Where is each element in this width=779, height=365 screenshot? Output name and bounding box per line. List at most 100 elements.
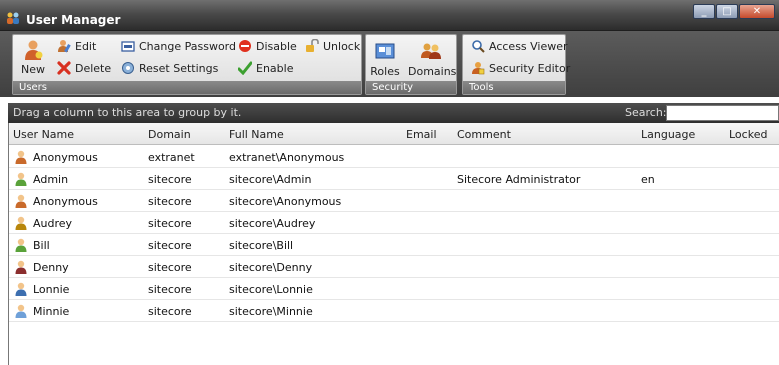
enable-label: Enable	[256, 61, 294, 75]
column-header-locked[interactable]: Locked	[729, 128, 767, 141]
password-icon	[121, 41, 135, 52]
unlock-button[interactable]: Unlock	[305, 39, 360, 53]
cell-user-name: Anonymous	[33, 151, 98, 164]
tools-group-label: Tools	[463, 81, 565, 94]
edit-user-icon	[58, 40, 71, 53]
reset-settings-label: Reset Settings	[139, 61, 219, 75]
security-group: Roles Domains Security	[365, 34, 457, 95]
enable-button[interactable]: Enable	[238, 61, 293, 75]
cell-full-name: sitecore\Lonnie	[229, 283, 313, 296]
roles-label: Roles	[370, 65, 400, 78]
roles-button[interactable]: Roles	[370, 41, 400, 78]
user-icon	[15, 172, 27, 186]
table-row[interactable]: Audrey sitecore sitecore\Audrey	[9, 212, 779, 234]
access-viewer-label: Access Viewer	[489, 39, 568, 53]
table-row[interactable]: Anonymous sitecore sitecore\Anonymous	[9, 190, 779, 212]
delete-icon	[57, 61, 71, 75]
minimize-button[interactable]: _	[693, 4, 715, 19]
user-icon	[15, 282, 27, 296]
cell-user-name: Lonnie	[33, 283, 70, 296]
cell-language: en	[641, 173, 655, 186]
disable-button[interactable]: Disable	[238, 39, 297, 53]
security-editor-icon	[472, 62, 485, 75]
cell-domain: sitecore	[148, 217, 192, 230]
security-editor-button[interactable]: Security Editor	[471, 61, 570, 75]
cell-domain: sitecore	[148, 173, 192, 186]
user-icon	[15, 194, 27, 208]
group-by-panel[interactable]: Drag a column to this area to group by i…	[8, 103, 779, 123]
maximize-button[interactable]: □	[716, 4, 738, 19]
cell-user-name: Minnie	[33, 305, 70, 318]
table-row[interactable]: Denny sitecore sitecore\Denny	[9, 256, 779, 278]
change-password-button[interactable]: Change Password	[121, 39, 236, 53]
column-header-email[interactable]: Email	[406, 128, 437, 141]
delete-button[interactable]: Delete	[57, 61, 111, 75]
security-editor-label: Security Editor	[489, 61, 571, 75]
cell-domain: extranet	[148, 151, 195, 164]
domains-label: Domains	[408, 65, 457, 78]
cell-user-name: Anonymous	[33, 195, 98, 208]
roles-icon	[375, 43, 395, 59]
domains-button[interactable]: Domains	[408, 41, 457, 78]
change-password-label: Change Password	[139, 39, 236, 53]
access-viewer-icon	[472, 40, 485, 53]
cell-full-name: sitecore\Admin	[229, 173, 312, 186]
ribbon: New Edit Delete Change Password Reset Se…	[0, 31, 779, 97]
users-icon	[7, 12, 19, 24]
cell-domain: sitecore	[148, 195, 192, 208]
security-group-label: Security	[366, 81, 456, 94]
user-icon	[15, 260, 27, 274]
table-row[interactable]: Minnie sitecore sitecore\Minnie	[9, 300, 779, 322]
table-row[interactable]: Admin sitecore sitecore\Admin Sitecore A…	[9, 168, 779, 190]
tools-group: Access Viewer Security Editor Tools	[462, 34, 570, 95]
cell-domain: sitecore	[148, 261, 192, 274]
search-input[interactable]	[666, 105, 779, 121]
cell-user-name: Audrey	[33, 217, 73, 230]
domains-icon	[421, 43, 441, 59]
reset-icon	[122, 62, 134, 74]
user-icon	[15, 304, 27, 318]
cell-full-name: sitecore\Anonymous	[229, 195, 342, 208]
edit-label: Edit	[75, 39, 97, 53]
new-label: New	[21, 63, 45, 76]
disable-label: Disable	[256, 39, 297, 53]
group-by-hint: Drag a column to this area to group by i…	[13, 106, 242, 119]
cell-full-name: extranet\Anonymous	[229, 151, 345, 164]
disable-icon	[239, 40, 251, 52]
cell-user-name: Denny	[33, 261, 69, 274]
cell-user-name: Bill	[33, 239, 50, 252]
table-row[interactable]: Lonnie sitecore sitecore\Lonnie	[9, 278, 779, 300]
check-icon	[238, 61, 252, 75]
cell-full-name: sitecore\Denny	[229, 261, 313, 274]
user-icon	[15, 216, 27, 230]
users-grid: User Name Domain Full Name Email Comment…	[8, 123, 779, 365]
window-title: User Manager	[26, 13, 121, 27]
column-header-language[interactable]: Language	[641, 128, 695, 141]
cell-full-name: sitecore\Audrey	[229, 217, 316, 230]
column-header-comment[interactable]: Comment	[457, 128, 511, 141]
close-button[interactable]: ✕	[739, 4, 775, 19]
access-viewer-button[interactable]: Access Viewer	[471, 39, 568, 53]
column-header-domain[interactable]: Domain	[148, 128, 191, 141]
users-group-label: Users	[13, 81, 361, 94]
title-bar: User Manager _ □ ✕	[0, 0, 779, 31]
cell-domain: sitecore	[148, 283, 192, 296]
cell-full-name: sitecore\Minnie	[229, 305, 313, 318]
cell-domain: sitecore	[148, 305, 192, 318]
table-row[interactable]: Anonymous extranet extranet\Anonymous	[9, 146, 779, 168]
table-row[interactable]: Bill sitecore sitecore\Bill	[9, 234, 779, 256]
new-button[interactable]: New	[19, 39, 47, 76]
cell-user-name: Admin	[33, 173, 69, 186]
edit-button[interactable]: Edit	[57, 39, 96, 53]
column-header-full-name[interactable]: Full Name	[229, 128, 284, 141]
unlock-icon	[306, 39, 319, 52]
user-icon	[15, 238, 27, 252]
delete-label: Delete	[75, 61, 112, 75]
column-header-user-name[interactable]: User Name	[13, 128, 74, 141]
grid-header: User Name Domain Full Name Email Comment…	[9, 123, 779, 145]
cell-full-name: sitecore\Bill	[229, 239, 294, 252]
left-edge	[0, 97, 8, 365]
search-label: Search:	[625, 106, 667, 119]
users-group: New Edit Delete Change Password Reset Se…	[12, 34, 362, 95]
reset-settings-button[interactable]: Reset Settings	[121, 61, 218, 75]
